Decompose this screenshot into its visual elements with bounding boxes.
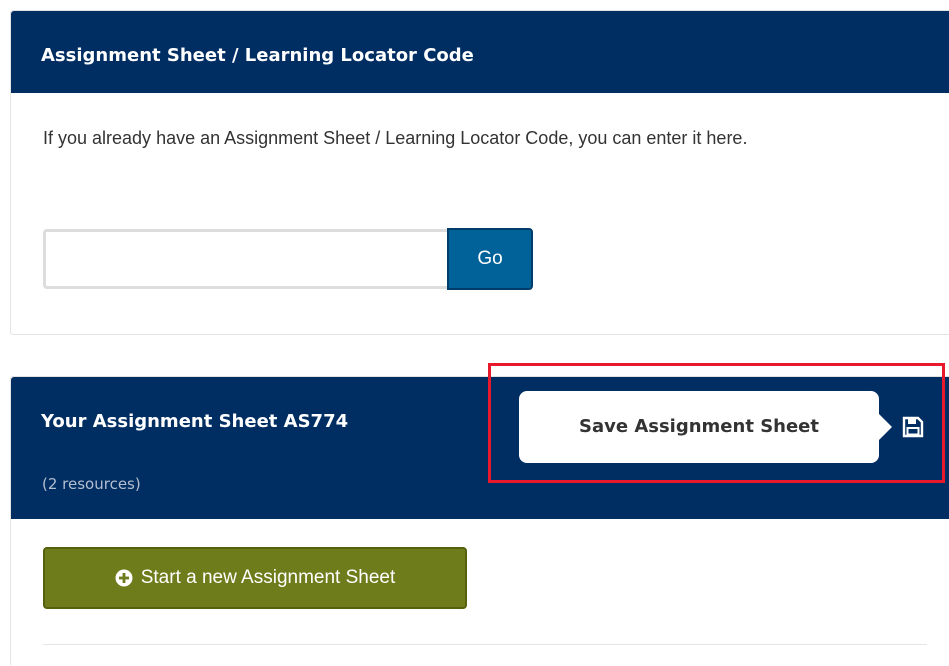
save-tooltip: Save Assignment Sheet xyxy=(519,391,879,463)
plus-circle-icon xyxy=(115,569,133,587)
locator-panel-title: Assignment Sheet / Learning Locator Code xyxy=(41,45,474,66)
go-button[interactable]: Go xyxy=(447,228,533,290)
locator-code-input[interactable] xyxy=(43,229,447,289)
divider xyxy=(43,644,927,645)
resource-count: (2 resources) xyxy=(42,475,141,493)
floppy-disk-icon[interactable] xyxy=(901,415,925,439)
locator-panel: Assignment Sheet / Learning Locator Code… xyxy=(10,10,949,335)
start-new-sheet-label: Start a new Assignment Sheet xyxy=(140,567,396,588)
assignment-sheet-header: Your Assignment Sheet AS774 (2 resources… xyxy=(11,377,949,519)
locator-panel-header: Assignment Sheet / Learning Locator Code xyxy=(11,11,949,93)
tooltip-arrow xyxy=(879,414,892,440)
assignment-sheet-title: Your Assignment Sheet AS774 xyxy=(41,411,349,432)
locator-description: If you already have an Assignment Sheet … xyxy=(43,128,748,148)
start-new-sheet-button[interactable]: Start a new Assignment Sheet xyxy=(43,547,467,609)
assignment-sheet-panel: Your Assignment Sheet AS774 (2 resources… xyxy=(10,376,949,666)
